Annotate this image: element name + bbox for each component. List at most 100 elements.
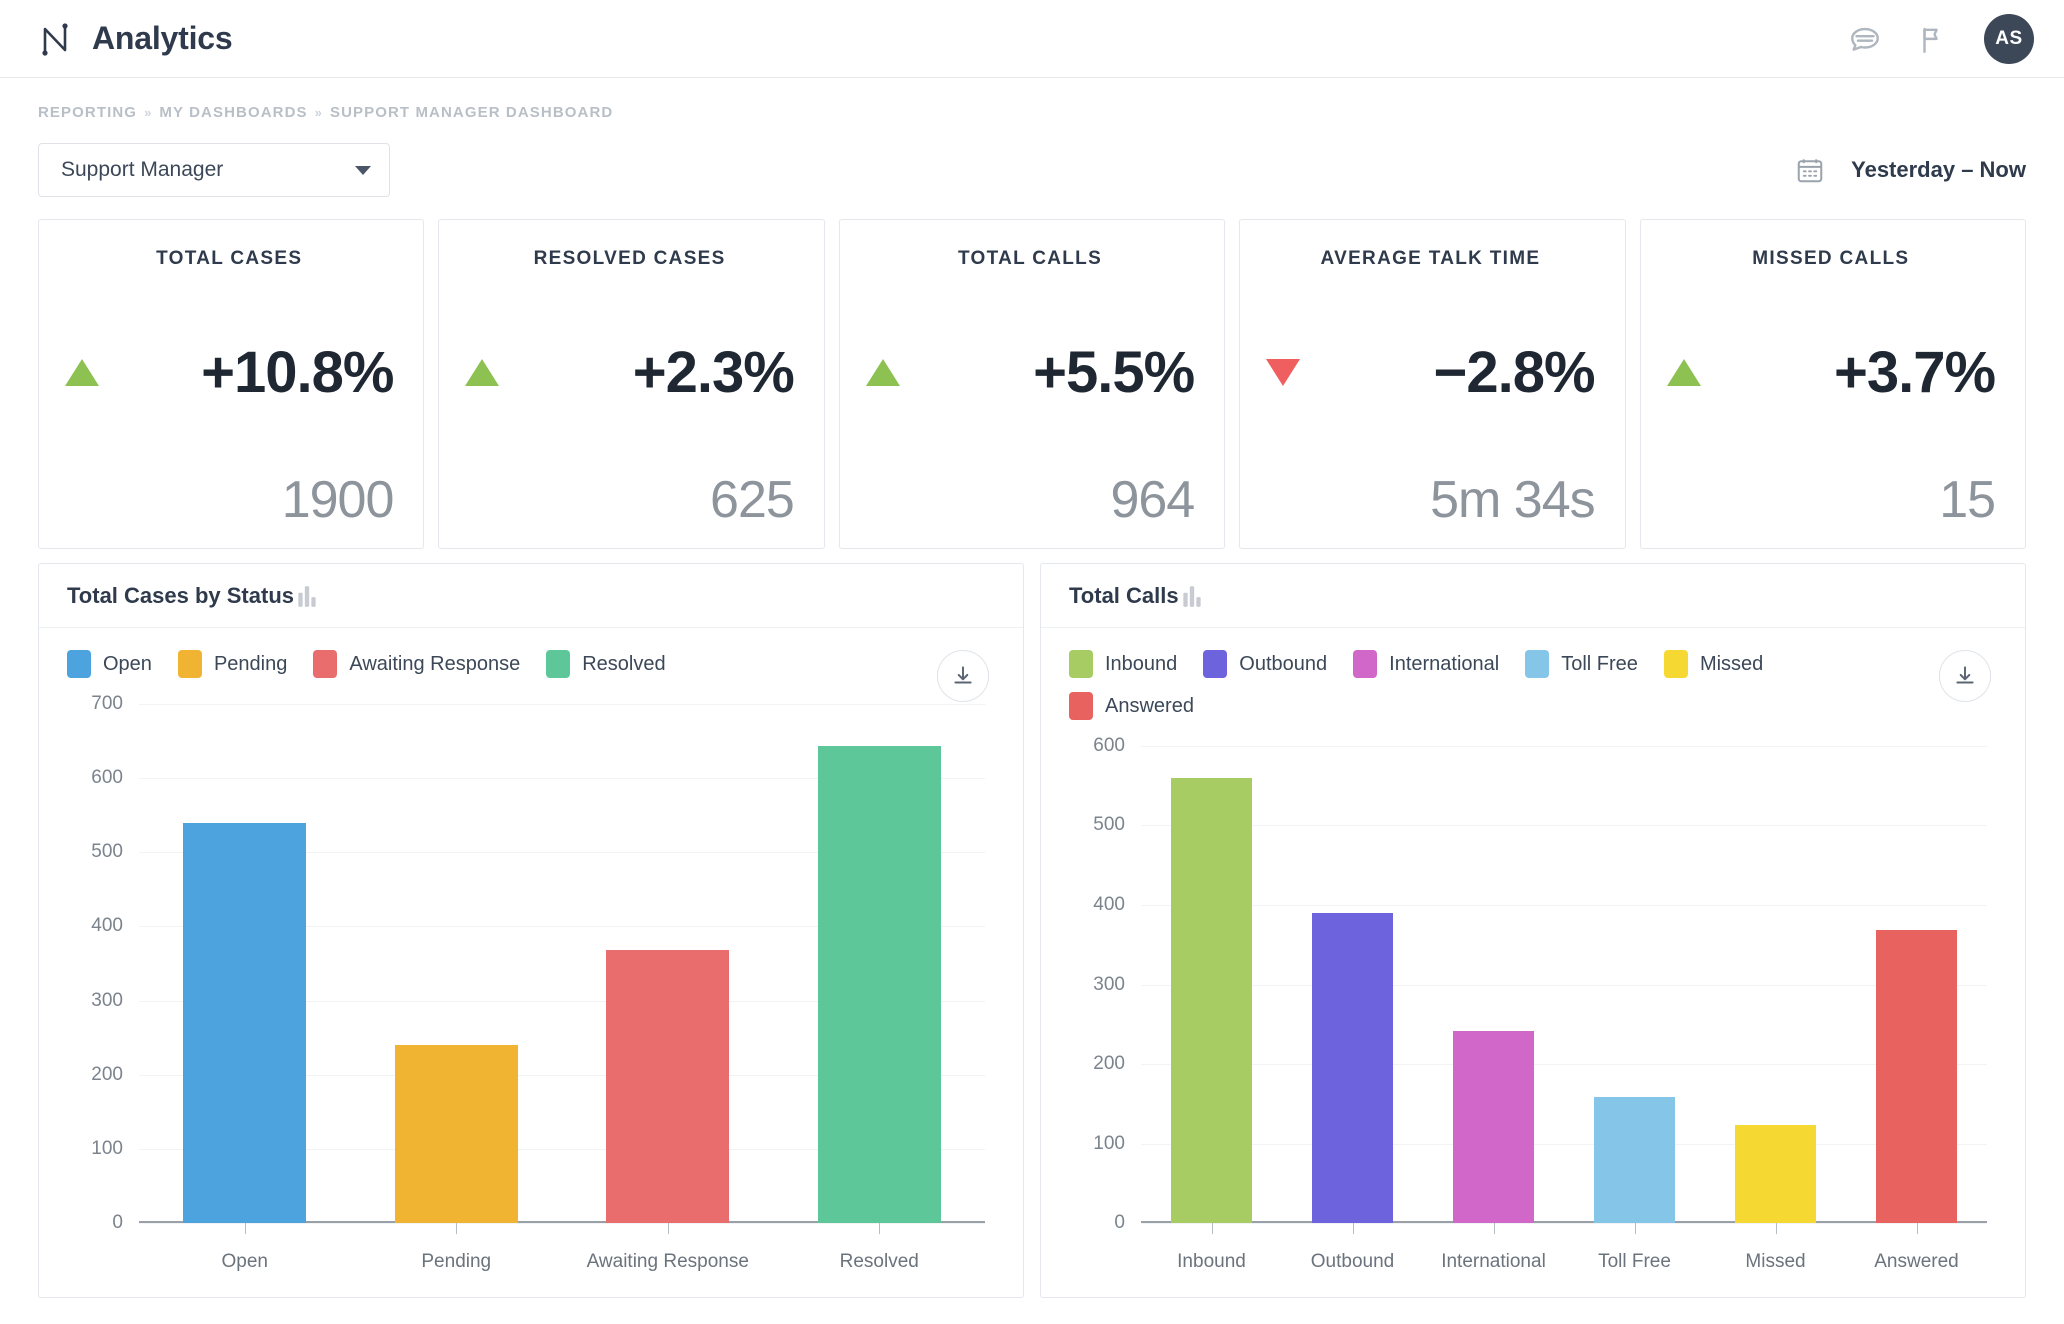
y-axis-tick-label: 400 [91,915,123,937]
legend-swatch [1525,650,1550,678]
legend-item[interactable]: International [1353,650,1499,678]
breadcrumb-item-reporting[interactable]: REPORTING [38,104,137,121]
kpi-value: 1900 [281,471,395,529]
avatar-initials: AS [1995,27,2023,49]
x-axis-tick-label: Resolved [839,1251,919,1272]
legend-swatch [1663,650,1688,678]
breadcrumb: REPORTING » MY DASHBOARDS » SUPPORT MANA… [0,78,2064,121]
breadcrumb-separator: » [314,105,323,120]
y-axis-tick-label: 100 [91,1137,123,1159]
legend-item[interactable]: Awaiting Response [313,650,520,678]
kpi-title: TOTAL CALLS [957,248,1103,269]
bar[interactable] [1593,1097,1676,1223]
breadcrumb-separator: » [144,105,153,120]
legend-label: Pending [213,652,288,675]
filter-bar: Support Manager Yesterday – Now [0,121,2064,197]
y-axis: 0 100 200 300 400 500 600 [1071,735,1135,1233]
x-axis-tick-label: Inbound [1177,1251,1246,1272]
kpi-card-row: TOTAL CASES +10.8% 1900 RESOLVED CASES +2.3%… [0,197,2064,549]
dashboard-select[interactable]: Support Manager [38,143,390,197]
kpi-percent: −2.8% [1433,339,1596,405]
chart-legend: Open Pending Awaiting Response Resolved [67,650,865,678]
bar[interactable] [817,746,941,1223]
legend-item[interactable]: Toll Free [1525,650,1638,678]
flag-icon[interactable] [1916,22,1950,56]
bar[interactable] [1170,777,1253,1223]
legend-swatch [67,650,91,678]
legend-item[interactable]: Missed [1663,650,1764,678]
bar[interactable] [606,950,730,1223]
legend-item[interactable]: Open [67,650,152,678]
avatar[interactable]: AS [1984,13,2034,64]
bar[interactable] [1875,930,1958,1223]
legend-item[interactable]: Resolved [546,650,666,678]
legend-swatch [1203,650,1228,678]
chart-panel-row: Total Cases by Status Open Pending Awaiting… [0,549,2064,1298]
header-actions: AS [1848,13,2034,64]
legend-label: Missed [1699,652,1764,675]
y-axis-tick-label: 400 [1093,893,1125,915]
trend-down-icon [1266,358,1301,386]
kpi-title: MISSED CALLS [1752,248,1910,269]
chart-legend-area: Inbound Outbound International Toll Free Mis… [1041,628,2025,720]
legend-item[interactable]: Answered [1069,692,1194,720]
trend-up-icon [65,358,99,386]
dashboard-select-value: Support Manager [61,158,224,181]
legend-label: Answered [1105,694,1194,717]
legend-swatch [1353,650,1378,678]
kpi-title: AVERAGE TALK TIME [1320,248,1541,269]
bar[interactable] [183,822,307,1223]
legend-swatch [1069,692,1093,720]
brand: Analytics [38,20,233,58]
legend-item[interactable]: Pending [177,650,288,678]
x-axis-tick-label: Outbound [1310,1251,1395,1272]
bar-chart-icon[interactable] [294,583,320,609]
y-axis: 0 100 200 300 400 500 600 700 [69,693,133,1233]
page-title: Analytics [92,20,233,56]
legend-item[interactable]: Outbound [1203,650,1327,678]
y-axis-tick-label: 200 [91,1063,123,1085]
legend-swatch [1069,650,1093,678]
x-axis-tick-label: Missed [1745,1251,1806,1272]
chart-panel-header: Total Calls [1041,564,2025,628]
legend-label: Resolved [582,652,666,675]
download-button[interactable] [1939,650,1991,702]
kpi-value: 15 [1939,471,1996,529]
date-range-label: Yesterday – Now [1851,157,2026,182]
y-axis-tick-label: 500 [91,841,123,863]
kpi-value: 5m 34s [1430,471,1596,529]
legend-item[interactable]: Inbound [1069,650,1177,678]
bar[interactable] [1734,1125,1817,1223]
x-axis-tick-label: Awaiting Response [586,1251,749,1272]
bar[interactable] [394,1045,518,1223]
kpi-card: TOTAL CALLS +5.5% 964 [838,219,1226,549]
trend-up-icon [1666,358,1701,386]
y-axis-tick-label: 0 [1114,1212,1125,1233]
legend-swatch [313,650,338,678]
date-range-picker[interactable]: Yesterday – Now [1795,155,2026,185]
kpi-value: 964 [1110,471,1195,529]
bar[interactable] [1452,1030,1535,1223]
kpi-card: AVERAGE TALK TIME −2.8% 5m 34s [1239,219,1626,549]
x-axis: Inbound Outbound International Toll Free Mis… [1141,1223,1987,1297]
chevron-down-icon [355,165,371,175]
breadcrumb-item-support-manager-dashboard[interactable]: SUPPORT MANAGER DASHBOARD [330,104,613,121]
chart-legend-area: Open Pending Awaiting Response Resolved [39,628,1023,702]
y-axis-tick-label: 300 [1093,973,1125,995]
x-axis-tick-label: Open [221,1251,268,1272]
chat-bubble-icon[interactable] [1848,22,1882,56]
download-icon [1952,663,1978,689]
legend-label: Outbound [1239,652,1328,675]
x-axis-tick-label: Answered [1874,1251,1959,1272]
breadcrumb-item-my-dashboards[interactable]: MY DASHBOARDS [159,104,307,121]
kpi-title: RESOLVED CASES [533,248,726,269]
legend-swatch [177,650,202,678]
y-axis-tick-label: 700 [91,693,123,714]
chart-bars [139,704,985,1223]
kpi-percent: +3.7% [1833,339,1996,405]
bar[interactable] [1311,912,1394,1223]
kpi-percent: +5.5% [1033,339,1195,405]
x-axis-tick-label: Pending [421,1251,492,1272]
kpi-value: 625 [710,471,795,529]
bar-chart-icon[interactable] [1179,583,1205,609]
